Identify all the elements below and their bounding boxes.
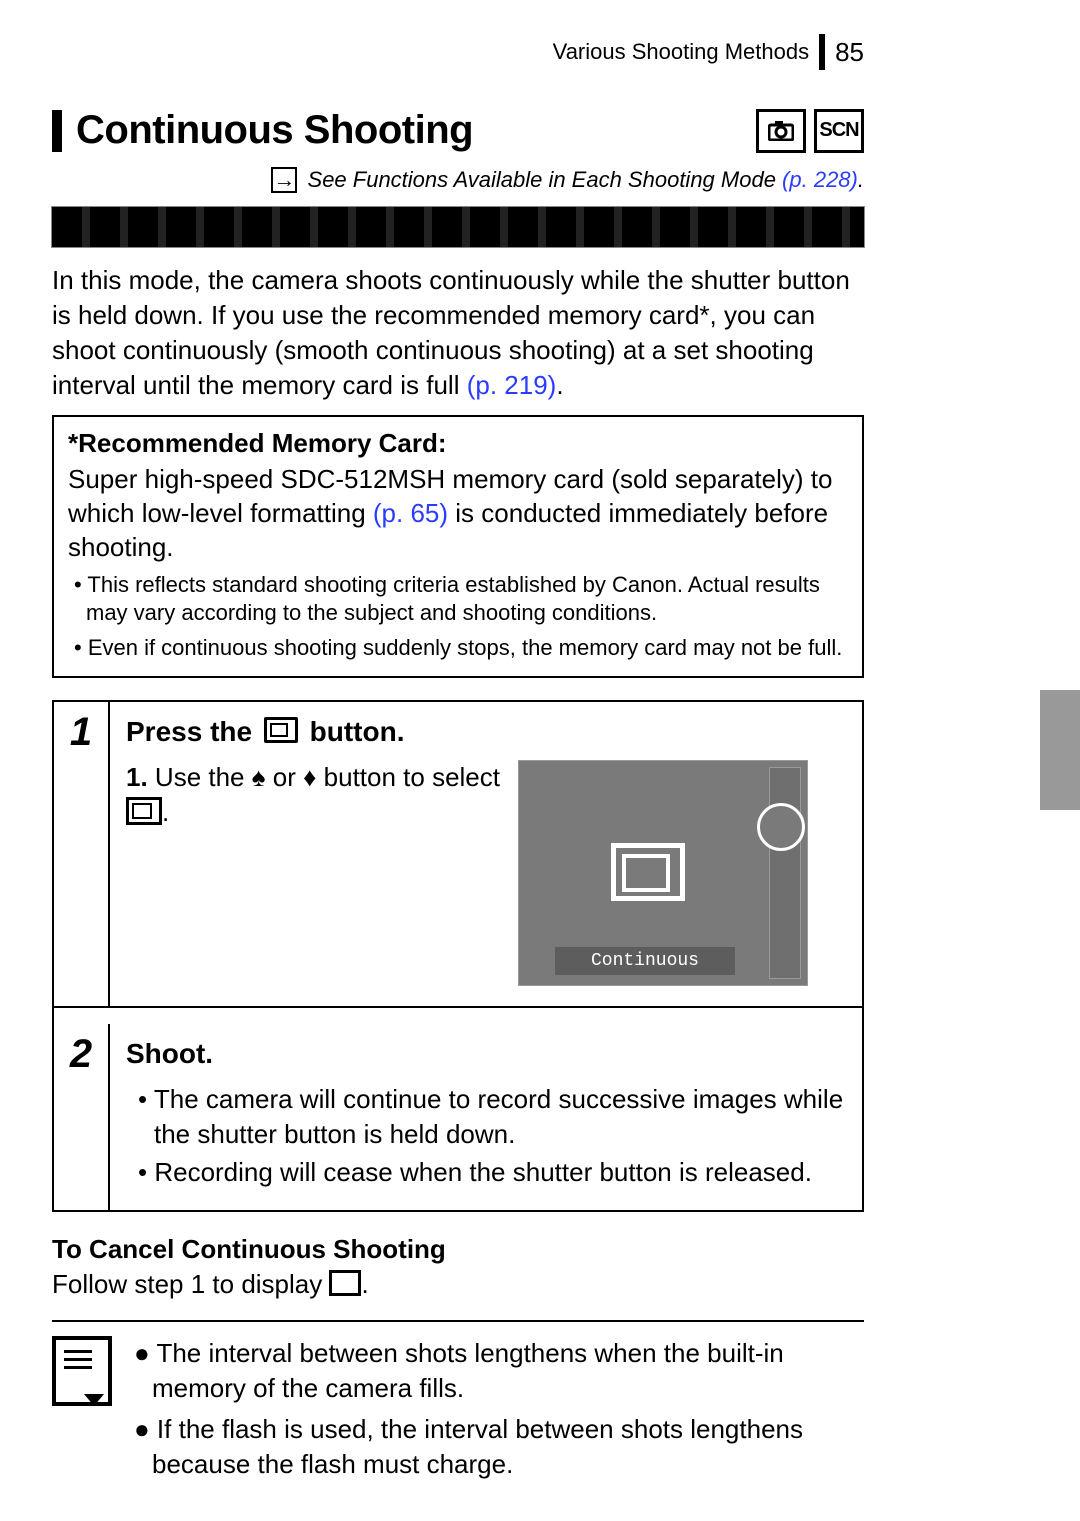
notes-section: ● The interval between shots lengthens w… (52, 1336, 864, 1488)
step-divider (54, 1006, 862, 1024)
down-arrow-icon: ♦ (303, 762, 316, 792)
screen-highlight-circle (757, 803, 805, 851)
continuous-shooting-icon (126, 797, 162, 825)
step-1: 1 Press the button. 1. Use the ♠ or ♦ bu… (54, 702, 862, 1006)
shooting-mode-icon-strip (52, 207, 864, 247)
continuous-shooting-icon (264, 717, 298, 743)
note-1: ● The interval between shots lengthens w… (130, 1336, 864, 1406)
cancel-heading: To Cancel Continuous Shooting (52, 1234, 446, 1264)
title-accent-bar (52, 110, 62, 152)
recommended-card-box: *Recommended Memory Card: Super high-spe… (52, 415, 864, 678)
arrow-box-icon: → (271, 167, 297, 193)
note-2: ● If the flash is used, the interval bet… (130, 1412, 864, 1482)
scn-icon: SCN (814, 109, 864, 153)
see-also: → See Functions Available in Each Shooti… (52, 167, 864, 193)
intro-paragraph: In this mode, the camera shoots continuo… (52, 263, 864, 403)
section-name: Various Shooting Methods (553, 39, 809, 65)
steps-table: 1 Press the button. 1. Use the ♠ or ♦ bu… (52, 700, 864, 1211)
note-document-icon (52, 1336, 112, 1406)
page-title: Continuous Shooting (76, 108, 473, 153)
mode-badges: SCN (756, 109, 864, 153)
box-bullet-2: • Even if continuous shooting suddenly s… (68, 634, 848, 663)
page-ref-219: (p. 219) (467, 370, 557, 400)
box-heading: *Recommended Memory Card: (68, 427, 848, 461)
box-bullet-1: • This reflects standard shooting criter… (68, 571, 848, 628)
page-ref-228: (p. 228) (782, 167, 858, 192)
up-arrow-icon: ♠ (252, 762, 266, 792)
step2-bullet-1: • The camera will continue to record suc… (126, 1082, 846, 1152)
screen-continuous-icon (611, 843, 685, 901)
step-number-1: 1 (54, 702, 110, 1006)
section-thumb-tab (1040, 690, 1080, 810)
cancel-section: To Cancel Continuous Shooting Follow ste… (52, 1232, 864, 1302)
camera-screen-preview: Continuous (518, 760, 808, 986)
header-rule (819, 34, 825, 70)
step1-title: Press the button. (126, 716, 846, 748)
step-number-2: 2 (54, 1024, 110, 1209)
screen-mode-label: Continuous (555, 947, 735, 975)
step1-instruction: 1. Use the ♠ or ♦ button to select . (126, 760, 500, 986)
page-ref-65: (p. 65) (373, 498, 448, 528)
screen-side-panel (769, 767, 801, 979)
step-2: 2 Shoot. • The camera will continue to r… (54, 1024, 862, 1209)
step2-bullet-2: • Recording will cease when the shutter … (126, 1155, 846, 1190)
page-number: 85 (835, 37, 864, 68)
page-header: Various Shooting Methods 85 (52, 34, 864, 70)
step2-title: Shoot. (126, 1038, 846, 1070)
divider (52, 1320, 864, 1322)
camera-icon (756, 109, 806, 153)
single-shot-icon (329, 1270, 361, 1296)
